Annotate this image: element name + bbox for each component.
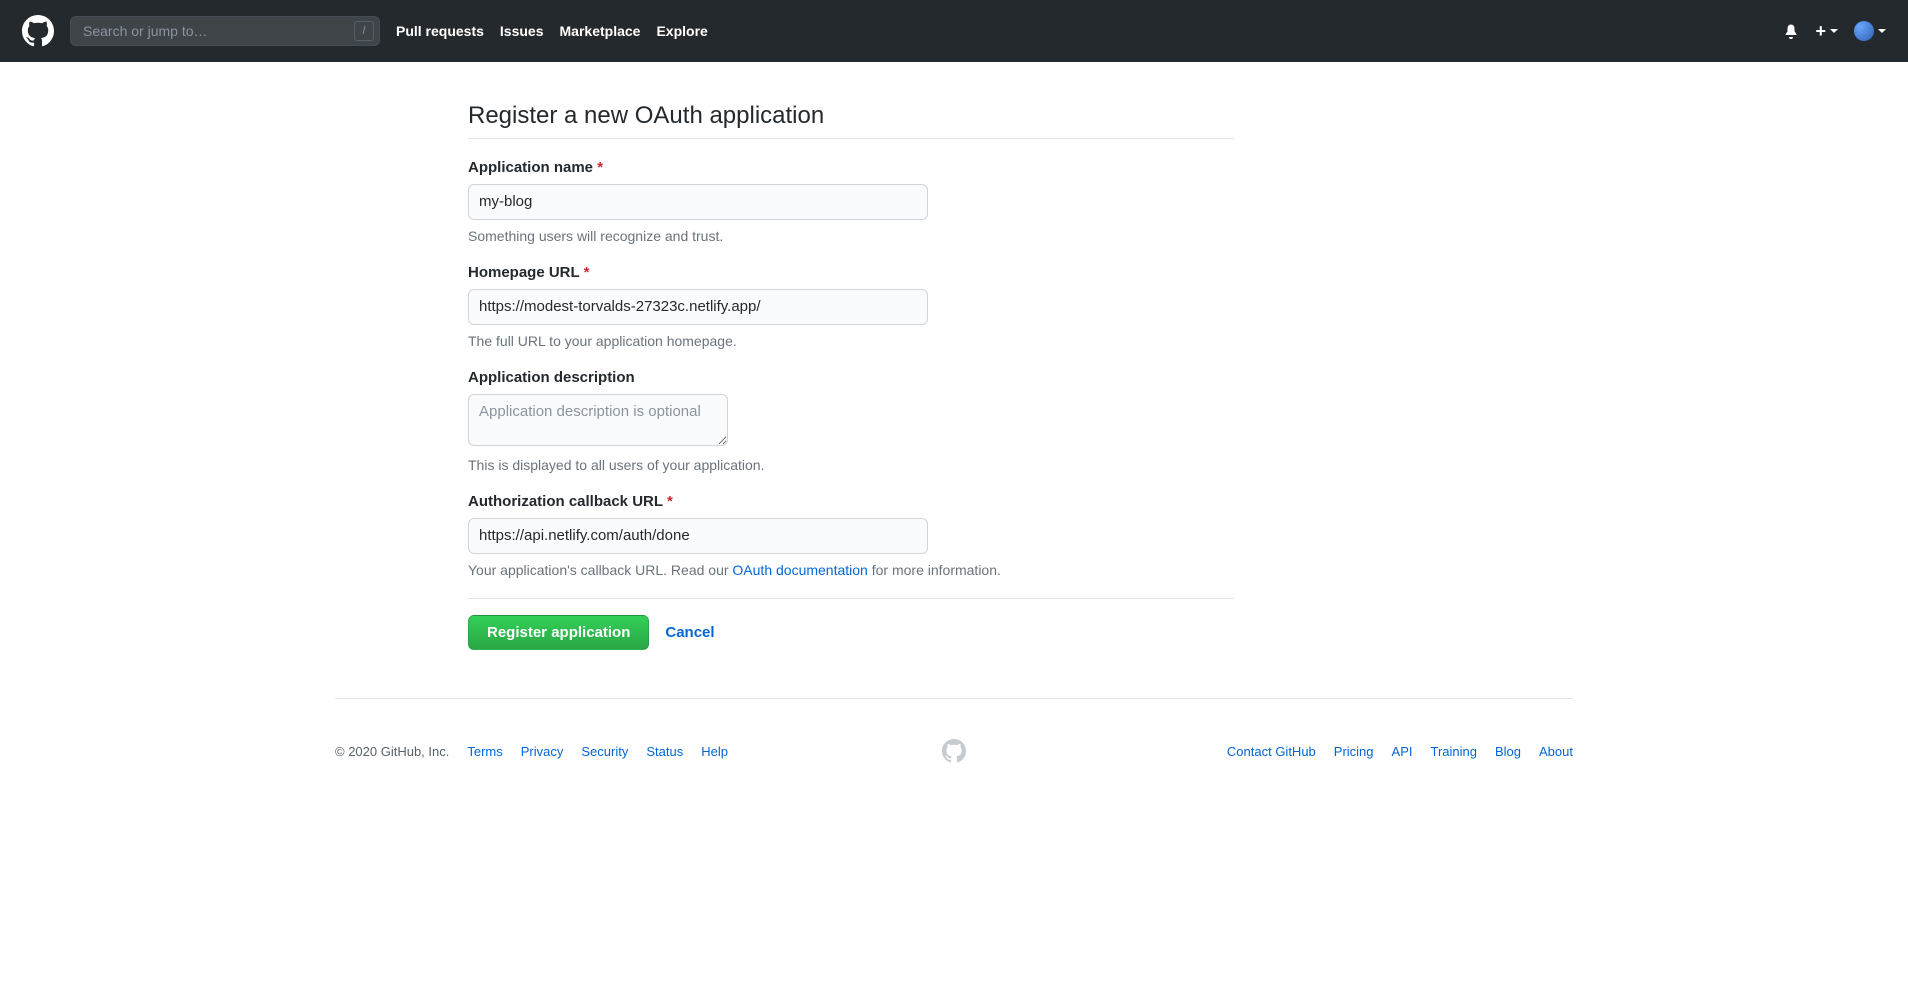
footer-left: © 2020 GitHub, Inc. Terms Privacy Securi… bbox=[335, 744, 918, 759]
primary-nav: Pull requests Issues Marketplace Explore bbox=[396, 23, 708, 39]
nav-issues[interactable]: Issues bbox=[500, 23, 544, 39]
callback-url-hint: Your application's callback URL. Read ou… bbox=[468, 562, 1234, 578]
footer-blog[interactable]: Blog bbox=[1495, 744, 1521, 759]
slash-key-hint: / bbox=[354, 21, 374, 41]
description-textarea[interactable] bbox=[468, 394, 728, 446]
hint-prefix: Your application's callback URL. Read ou… bbox=[468, 562, 732, 578]
homepage-url-hint: The full URL to your application homepag… bbox=[468, 333, 1234, 349]
field-callback-url: Authorization callback URL * Your applic… bbox=[468, 493, 1234, 578]
search-box: / bbox=[70, 16, 380, 46]
footer-help[interactable]: Help bbox=[701, 744, 728, 759]
app-name-input[interactable] bbox=[468, 184, 928, 220]
create-new-dropdown[interactable]: + bbox=[1815, 22, 1838, 40]
notifications-icon[interactable] bbox=[1783, 23, 1799, 39]
nav-pull-requests[interactable]: Pull requests bbox=[396, 23, 484, 39]
footer-api[interactable]: API bbox=[1392, 744, 1413, 759]
oauth-documentation-link[interactable]: OAuth documentation bbox=[732, 562, 867, 578]
header-right: + bbox=[1783, 21, 1886, 41]
app-name-label: Application name * bbox=[468, 159, 1234, 176]
global-header: / Pull requests Issues Marketplace Explo… bbox=[0, 0, 1908, 62]
homepage-url-label: Homepage URL * bbox=[468, 264, 1234, 281]
form-actions: Register application Cancel bbox=[468, 598, 1234, 650]
label-text: Homepage URL bbox=[468, 264, 579, 281]
description-hint: This is displayed to all users of your a… bbox=[468, 457, 1234, 473]
callback-url-label: Authorization callback URL * bbox=[468, 493, 1234, 510]
description-label: Application description bbox=[468, 369, 1234, 386]
footer-right: Contact GitHub Pricing API Training Blog… bbox=[990, 744, 1573, 759]
page-title: Register a new OAuth application bbox=[468, 102, 1234, 139]
avatar bbox=[1854, 21, 1874, 41]
plus-icon: + bbox=[1815, 22, 1826, 40]
label-text: Application name bbox=[468, 159, 593, 176]
chevron-down-icon bbox=[1830, 29, 1838, 33]
required-star: * bbox=[597, 159, 603, 176]
github-logo-icon[interactable] bbox=[22, 15, 54, 47]
field-homepage-url: Homepage URL * The full URL to your appl… bbox=[468, 264, 1234, 349]
footer-github-logo-icon[interactable] bbox=[942, 739, 966, 763]
nav-marketplace[interactable]: Marketplace bbox=[560, 23, 641, 39]
field-application-name: Application name * Something users will … bbox=[468, 159, 1234, 244]
homepage-url-input[interactable] bbox=[468, 289, 928, 325]
chevron-down-icon bbox=[1878, 29, 1886, 33]
label-text: Authorization callback URL bbox=[468, 493, 663, 510]
callback-url-input[interactable] bbox=[468, 518, 928, 554]
footer-training[interactable]: Training bbox=[1431, 744, 1477, 759]
footer-status[interactable]: Status bbox=[646, 744, 683, 759]
hint-suffix: for more information. bbox=[868, 562, 1001, 578]
cancel-link[interactable]: Cancel bbox=[665, 624, 714, 641]
required-star: * bbox=[584, 264, 590, 281]
footer-contact[interactable]: Contact GitHub bbox=[1227, 744, 1316, 759]
register-application-button[interactable]: Register application bbox=[468, 615, 649, 650]
copyright: © 2020 GitHub, Inc. bbox=[335, 744, 449, 759]
footer-privacy[interactable]: Privacy bbox=[521, 744, 564, 759]
footer-pricing[interactable]: Pricing bbox=[1334, 744, 1374, 759]
user-menu-dropdown[interactable] bbox=[1854, 21, 1886, 41]
required-star: * bbox=[667, 493, 673, 510]
field-application-description: Application description This is displaye… bbox=[468, 369, 1234, 473]
app-name-hint: Something users will recognize and trust… bbox=[468, 228, 1234, 244]
nav-explore[interactable]: Explore bbox=[656, 23, 707, 39]
footer-about[interactable]: About bbox=[1539, 744, 1573, 759]
footer-security[interactable]: Security bbox=[581, 744, 628, 759]
site-footer: © 2020 GitHub, Inc. Terms Privacy Securi… bbox=[335, 698, 1573, 795]
footer-terms[interactable]: Terms bbox=[467, 744, 502, 759]
search-input[interactable] bbox=[70, 16, 380, 46]
